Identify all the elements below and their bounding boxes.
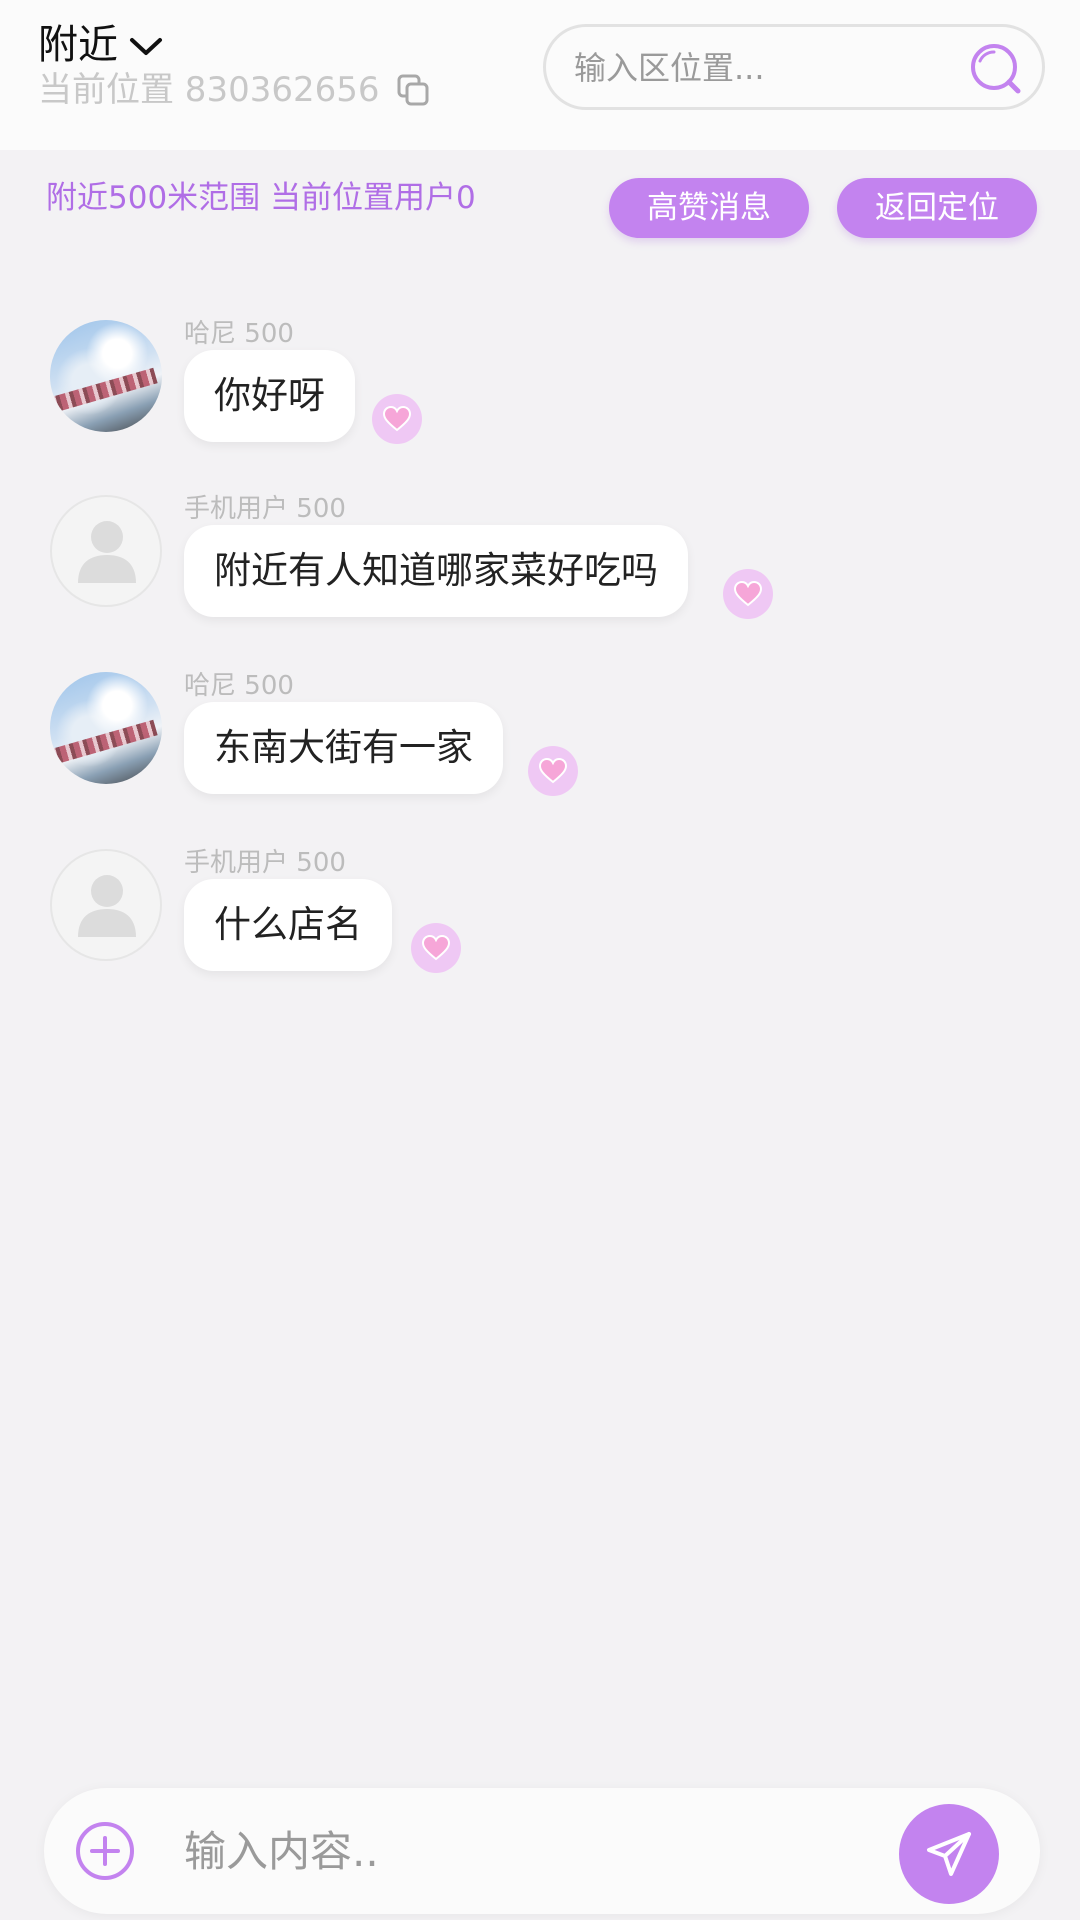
return-location-button[interactable]: 返回定位: [837, 178, 1037, 238]
nearby-chat-page: 附近 当前位置 830362656 附近500米范围 当前位置用户0 高赞消息 …: [0, 0, 1080, 1920]
range-info-text: 附近500米范围 当前位置用户0: [46, 180, 476, 216]
message-item: 手机用户 500 什么店名: [0, 849, 1080, 1019]
message-username: 手机用户: [184, 494, 289, 524]
heart-icon: [539, 758, 567, 784]
message-bubble: 你好呀: [184, 350, 355, 442]
heart-icon: [734, 581, 762, 607]
current-location-label: 当前位置 830362656: [38, 70, 380, 110]
message-composer: [44, 1788, 1040, 1914]
header: 附近 当前位置 830362656: [0, 0, 1080, 150]
message-distance: 500: [244, 671, 294, 701]
message-meta: 手机用户 500: [184, 849, 346, 877]
location-search-input[interactable]: [574, 41, 954, 95]
message-username: 手机用户: [184, 848, 289, 878]
location-search-box: [543, 24, 1045, 110]
location-mode-selector[interactable]: 附近: [38, 18, 164, 72]
message-distance: 500: [296, 848, 346, 878]
message-item: 哈尼 500 东南大街有一家: [0, 672, 1080, 842]
message-bubble: 附近有人知道哪家菜好吃吗: [184, 525, 688, 617]
like-button[interactable]: [723, 569, 773, 619]
avatar[interactable]: [50, 849, 162, 961]
search-icon[interactable]: [966, 39, 1024, 97]
message-item: 手机用户 500 附近有人知道哪家菜好吃吗: [0, 495, 1080, 665]
current-location-row: 当前位置 830362656: [38, 68, 430, 112]
like-button[interactable]: [528, 746, 578, 796]
message-meta: 手机用户 500: [184, 495, 346, 523]
message-meta: 哈尼 500: [184, 672, 294, 700]
heart-icon: [383, 406, 411, 432]
message-bubble: 东南大街有一家: [184, 702, 503, 794]
message-username: 哈尼: [184, 319, 237, 349]
message-distance: 500: [244, 319, 294, 349]
message-username: 哈尼: [184, 671, 237, 701]
avatar[interactable]: [50, 495, 162, 607]
message-item: 哈尼 500 你好呀: [0, 320, 1080, 490]
message-bubble: 什么店名: [184, 879, 392, 971]
default-avatar-icon: [78, 521, 136, 583]
hot-messages-button[interactable]: 高赞消息: [609, 178, 809, 238]
like-button[interactable]: [372, 394, 422, 444]
message-input[interactable]: [184, 1818, 784, 1884]
heart-icon: [422, 935, 450, 961]
avatar[interactable]: [50, 320, 162, 432]
message-distance: 500: [296, 494, 346, 524]
page-title: 附近: [38, 22, 118, 68]
copy-icon[interactable]: [396, 73, 430, 107]
message-meta: 哈尼 500: [184, 320, 294, 348]
send-button[interactable]: [899, 1804, 999, 1904]
send-icon: [927, 1832, 971, 1876]
default-avatar-icon: [78, 875, 136, 937]
like-button[interactable]: [411, 923, 461, 973]
plus-circle-icon[interactable]: [74, 1820, 136, 1882]
chevron-down-icon: [130, 38, 162, 55]
avatar[interactable]: [50, 672, 162, 784]
